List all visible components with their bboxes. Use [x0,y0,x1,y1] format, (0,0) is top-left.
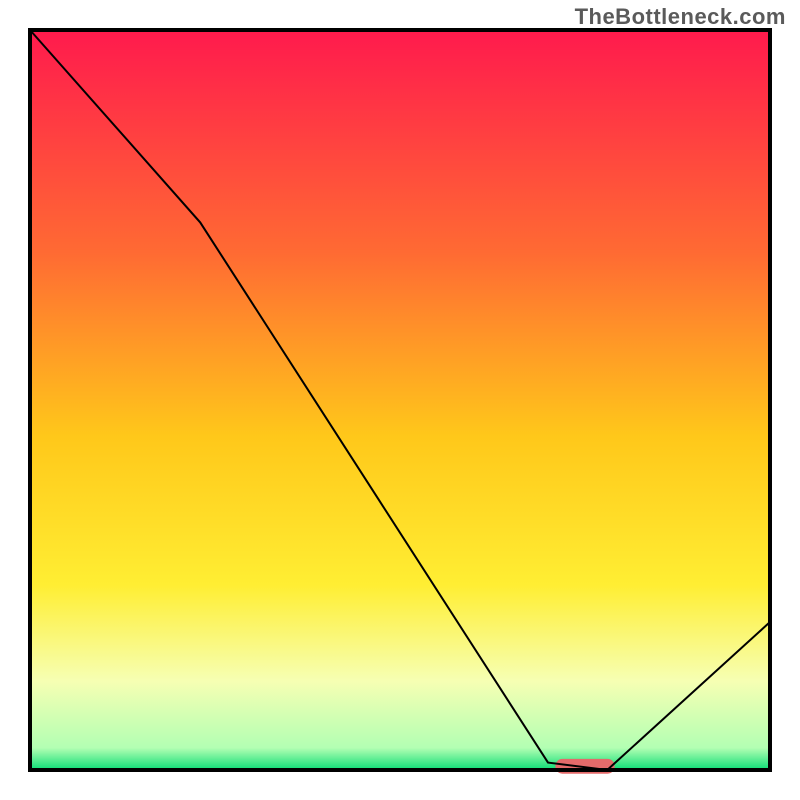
chart-svg [0,0,800,800]
chart-canvas: TheBottleneck.com [0,0,800,800]
plot-background [30,30,770,770]
